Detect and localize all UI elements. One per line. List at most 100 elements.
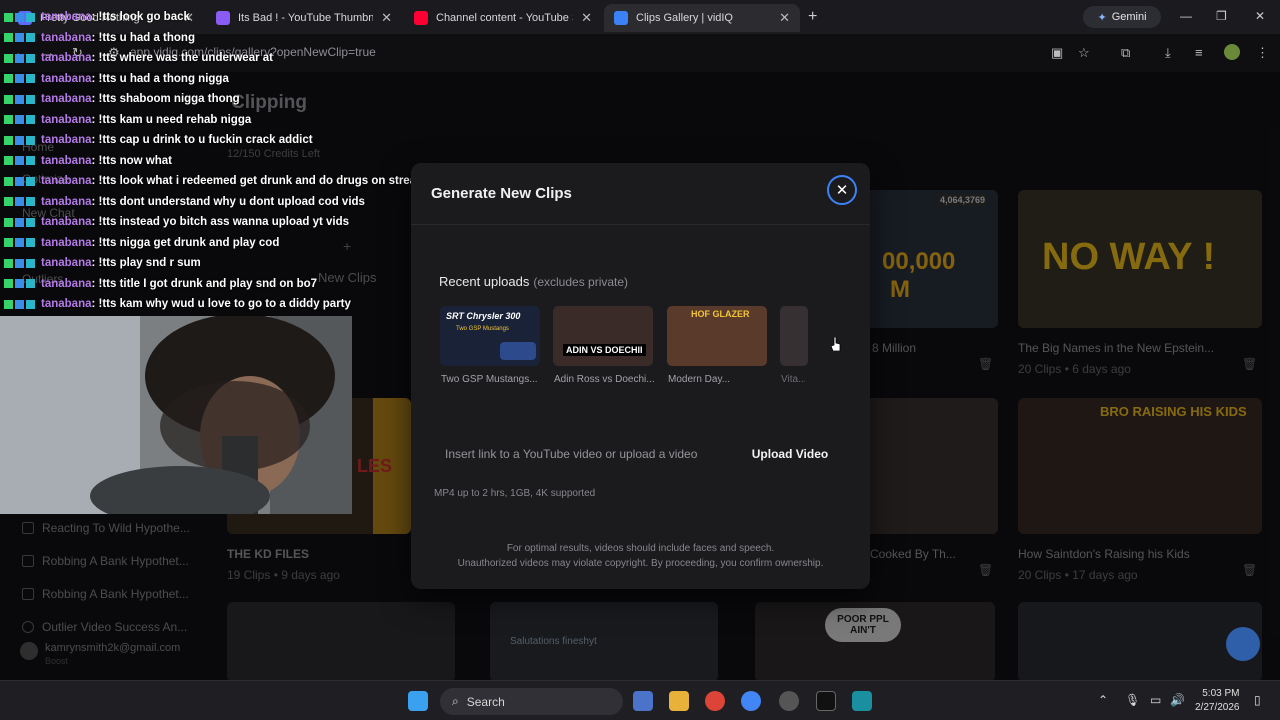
search-icon: ⌕ [452,694,459,708]
badge-icon [4,217,13,227]
chat-text: : !tts dont understand why u dont upload… [91,195,365,208]
chat-text: : !tts instead yo bitch ass wanna upload… [91,216,350,228]
download-icon[interactable]: ⤓ [1165,45,1171,61]
close-tab-icon[interactable]: ✕ [581,10,592,26]
recent-uploads-label: Recent uploads [439,274,530,289]
upload-title: Vita... [781,374,805,385]
file-explorer-icon[interactable] [669,691,689,711]
new-tab-button[interactable]: + [808,8,817,26]
chat-message: tanabana: !tts shaboom nigga thong [4,90,240,108]
badge-icon [4,299,13,309]
chat-message: tanabana: !tts instead yo bitch ass wann… [4,213,349,231]
windows-start-icon[interactable] [408,691,428,711]
thumb-text: SRT Chrysler 300 [446,311,521,321]
badge-icon [26,299,35,309]
stream-chat-overlay: tanabana: !tts look go back tanabana: !tt… [0,0,426,316]
tab-clips-gallery[interactable]: Clips Gallery | vidIQ ✕ [604,4,800,32]
extensions-icon[interactable]: ⧉ [1121,45,1130,61]
badge-icon [4,94,13,104]
chat-username: tanabana [41,113,92,126]
badge-icon [15,12,24,22]
network-icon[interactable]: ▭ [1150,693,1161,707]
chat-message: tanabana: !tts title I got drunk and pla… [4,275,317,293]
chrome-active-icon[interactable] [741,691,761,711]
supported-formats: MP4 up to 2 hrs, 1GB, 4K supported [434,488,596,499]
chat-text: : !tts shaboom nigga thong [91,93,240,105]
close-window-icon[interactable]: ✕ [1255,9,1265,23]
badge-icon [26,115,35,124]
menu-icon[interactable]: ⋮ [1256,45,1269,61]
thumb-text: ADIN VS DOECHII [563,344,646,356]
capcut-icon[interactable] [852,691,872,711]
tiktok-icon[interactable] [816,691,836,711]
modal-title: Generate New Clips [431,185,572,202]
volume-icon[interactable]: 🔊 [1170,693,1185,707]
chat-username: tanabana [41,298,92,310]
app-icon[interactable] [779,691,799,711]
chrome-icon[interactable] [705,691,725,711]
disclaimer: For optimal results, videos should inclu… [411,541,870,571]
badge-icon [15,115,24,124]
chat-text: : !tts now what [91,154,173,167]
media-icon[interactable]: ≡ [1195,45,1203,60]
badge-icon [15,258,24,268]
divider [411,224,870,225]
upload-thumbnail[interactable]: SRT Chrysler 300 Two GSP Mustangs [440,306,540,366]
notifications-icon[interactable]: ▯ [1254,693,1261,707]
chat-username: tanabana [41,277,92,290]
chat-text: : !tts play snd r sum [91,257,201,269]
badge-icon [15,33,24,42]
badge-icon [26,258,35,268]
badge-icon [26,53,35,63]
badge-icon [26,279,35,288]
chat-message: tanabana: !tts dont understand why u don… [4,193,365,211]
taskbar-search[interactable]: ⌕ Search [440,688,623,715]
badge-icon [26,12,35,22]
recent-uploads-heading: Recent uploads (excludes private) [439,274,628,289]
maximize-icon[interactable]: ❐ [1216,9,1227,23]
badge-icon [15,238,24,247]
bookmark-star-icon[interactable]: ☆ [1078,45,1090,61]
badge-icon [15,197,24,206]
store-icon[interactable] [633,691,653,711]
upload-video-button[interactable]: Upload Video [745,442,835,466]
chat-text: : !tts u had a thong [91,31,195,44]
chat-message: tanabana: !tts kam why wud u love to go … [4,295,351,313]
chat-message: tanabana: !tts kam u need rehab nigga [4,111,251,129]
close-tab-icon[interactable]: ✕ [779,10,790,26]
vidiq-icon [614,11,628,25]
profile-avatar[interactable] [1224,44,1240,60]
microphone-icon[interactable]: 🎙 [1125,693,1140,707]
help-chat-button[interactable] [1226,627,1260,661]
chat-message: tanabana: !tts where was the underwear a… [4,49,273,67]
chat-username: tanabana [41,154,92,167]
chat-text: : !tts nigga get drunk and play cod [91,236,280,249]
chat-text: : !tts cap u drink to u fuckin crack add… [91,134,313,146]
tray-overflow-icon[interactable]: ⌃ [1098,693,1108,707]
close-modal-button[interactable]: ✕ [827,175,857,205]
upload-thumbnail[interactable]: HOF GLAZER [667,306,767,366]
upload-title: Adin Ross vs Doechi... [554,374,655,385]
gemini-button[interactable]: ✦ Gemini [1083,6,1161,28]
minimize-icon[interactable]: — [1180,9,1192,23]
badge-icon [26,156,35,165]
badge-icon [4,12,13,22]
upload-thumbnail[interactable] [780,306,808,366]
chat-username: tanabana [41,11,92,23]
thumb-text: Two GSP Mustangs [456,326,509,332]
badge-icon [4,115,13,124]
tab-label: Clips Gallery | vidIQ [636,12,733,24]
generate-clips-modal: Generate New Clips ✕ Recent uploads (excl… [411,163,870,589]
chat-message: tanabana: !tts cap u drink to u fuckin c… [4,131,313,149]
search-label: Search [466,694,505,709]
disclaimer-line: Unauthorized videos may violate copyrigh… [457,558,824,569]
chat-username: tanabana [41,195,92,208]
mouse-cursor-icon [831,337,841,351]
badge-icon [15,217,24,227]
badge-icon [26,94,35,104]
upload-thumbnail[interactable]: ADIN VS DOECHII [553,306,653,366]
system-clock[interactable]: 5:03 PM 2/27/2026 [1195,687,1240,715]
badge-icon [4,258,13,268]
cast-icon[interactable]: ▣ [1051,45,1063,61]
tab-channel-content[interactable]: Channel content - YouTube Stu ✕ [404,4,602,32]
